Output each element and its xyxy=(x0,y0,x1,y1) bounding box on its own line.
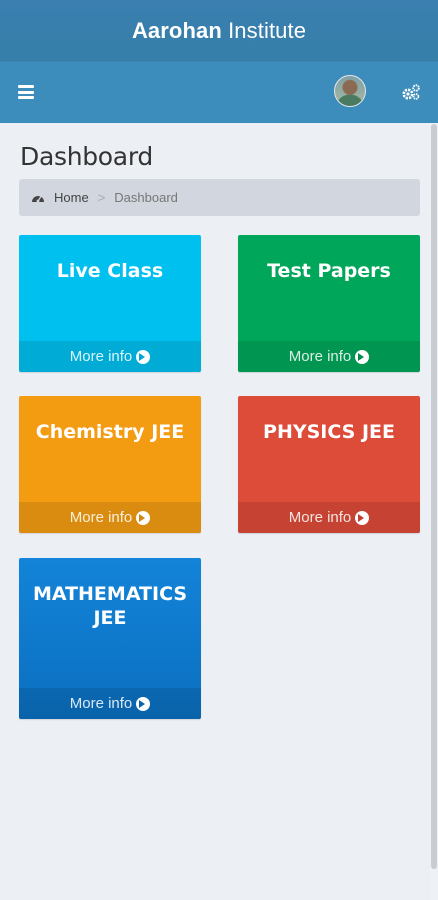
breadcrumb-home-link[interactable]: Home xyxy=(54,190,89,205)
tile-test-papers[interactable]: Test Papers More info xyxy=(238,235,420,372)
more-info-label: More info xyxy=(69,509,133,526)
tile-chemistry-jee[interactable]: Chemistry JEE More info xyxy=(19,396,201,533)
breadcrumb-separator: > xyxy=(97,190,106,205)
more-info-link[interactable]: More info xyxy=(238,341,420,372)
more-info-link[interactable]: More info xyxy=(19,341,201,372)
dashboard-icon xyxy=(32,195,44,202)
app-brand: Aarohan xyxy=(131,17,222,43)
top-navbar xyxy=(0,61,438,123)
tile-title: Chemistry JEE xyxy=(35,421,185,443)
app-header: Aarohan Institute xyxy=(0,0,438,61)
tile-mathematics-jee[interactable]: MATHEMATICS JEE More info xyxy=(19,558,201,719)
more-info-link[interactable]: More info xyxy=(19,688,201,719)
tile-title: PHYSICS JEE xyxy=(263,421,395,443)
more-info-label: More info xyxy=(288,509,352,526)
more-info-label: More info xyxy=(69,348,133,365)
gears-icon[interactable] xyxy=(401,83,421,101)
tile-title: MATHEMATICS JEE xyxy=(32,583,188,629)
tile-title: Test Papers xyxy=(267,260,391,282)
tile-physics-jee[interactable]: PHYSICS JEE More info xyxy=(238,396,420,533)
arrow-circle-right-icon xyxy=(136,510,151,525)
breadcrumb-current: Dashboard xyxy=(114,190,178,205)
tile-title: Live Class xyxy=(56,260,164,282)
scrollbar-thumb[interactable] xyxy=(431,124,437,869)
arrow-circle-right-icon xyxy=(355,349,370,364)
more-info-label: More info xyxy=(288,348,352,365)
tile-live-class[interactable]: Live Class More info xyxy=(19,235,201,372)
user-avatar[interactable] xyxy=(334,75,366,107)
page-title: Dashboard xyxy=(20,142,153,171)
hamburger-icon[interactable] xyxy=(18,85,34,99)
app-title: Institute xyxy=(228,17,307,43)
breadcrumb: Home > Dashboard xyxy=(19,179,420,216)
arrow-circle-right-icon xyxy=(355,510,370,525)
arrow-circle-right-icon xyxy=(136,696,151,711)
more-info-link[interactable]: More info xyxy=(19,502,201,533)
arrow-circle-right-icon xyxy=(136,349,151,364)
more-info-label: More info xyxy=(69,695,133,712)
more-info-link[interactable]: More info xyxy=(238,502,420,533)
